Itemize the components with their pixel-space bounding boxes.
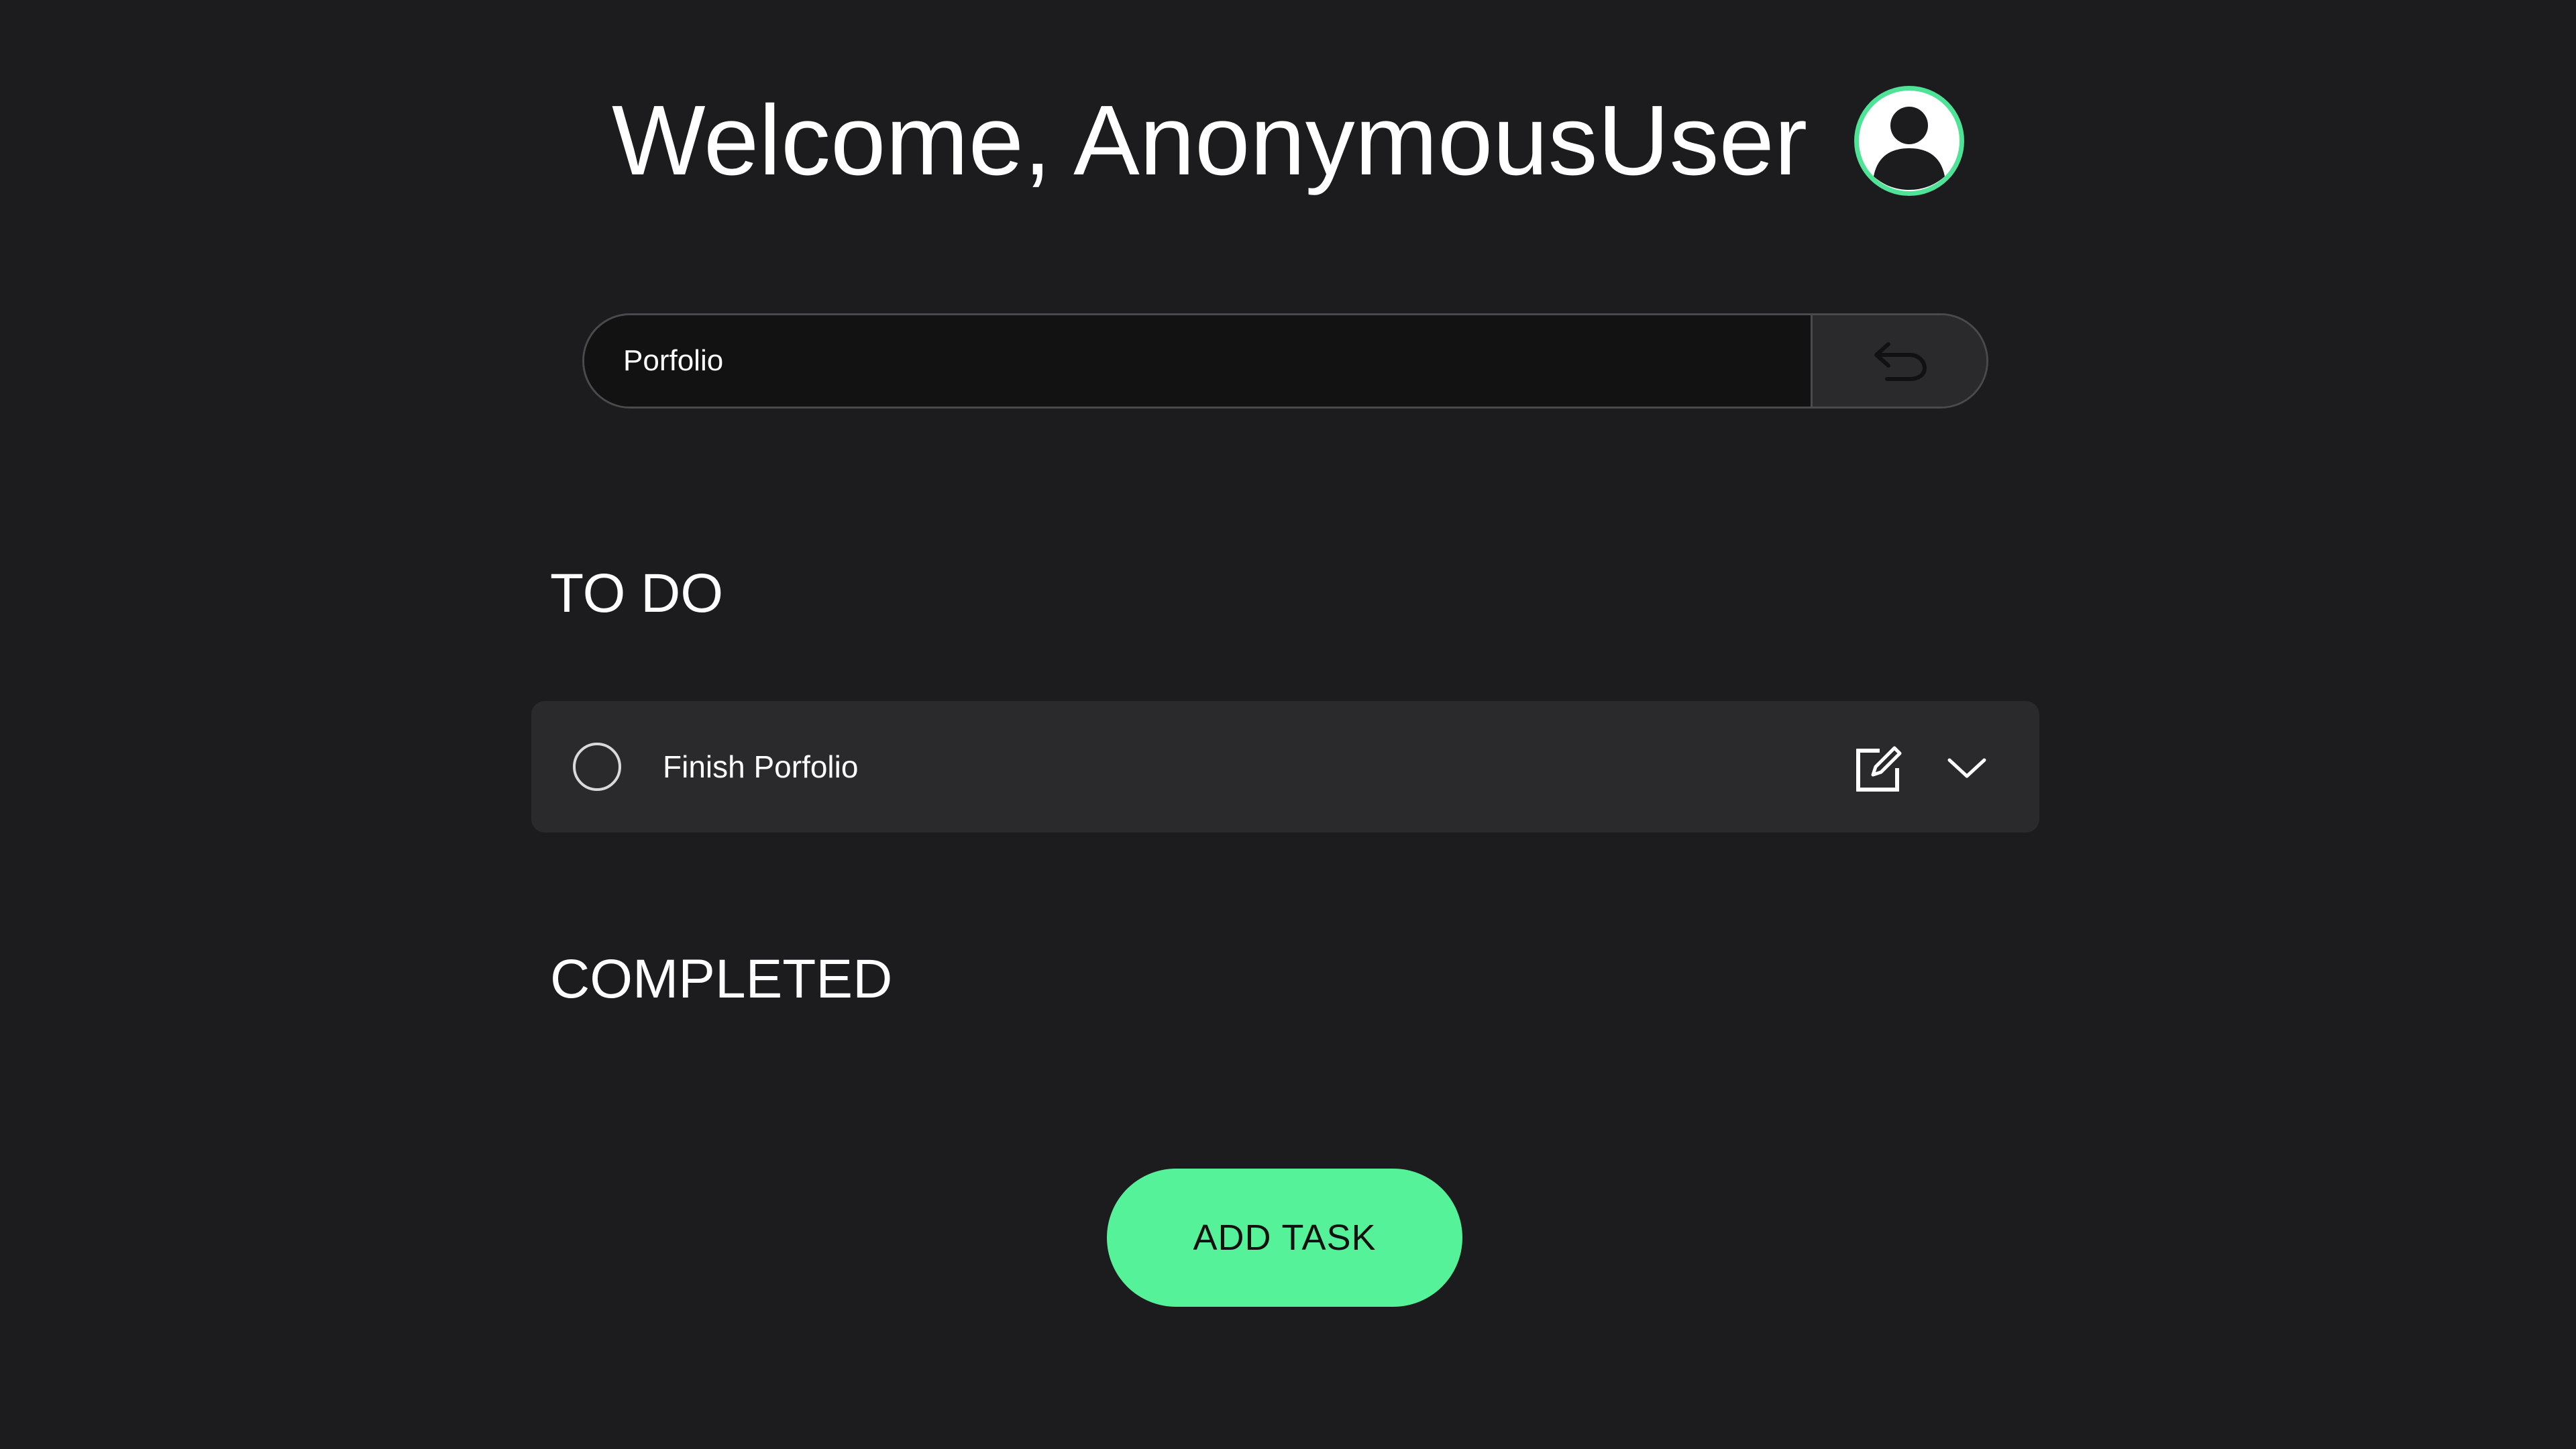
avatar-silhouette (1874, 107, 1945, 190)
task-label: Finish Porfolio (663, 749, 859, 784)
edit-icon[interactable] (1853, 743, 1904, 794)
header: Welcome, AnonymousUser (0, 80, 2576, 201)
todo-app: Welcome, AnonymousUser TO DO Finish Porf… (0, 0, 2576, 1449)
chevron-down-graphic (1947, 758, 1986, 778)
task-row[interactable]: Finish Porfolio (531, 701, 2039, 833)
welcome-heading: Welcome, AnonymousUser (611, 85, 1808, 196)
add-task-button[interactable]: ADD TASK (1107, 1169, 1462, 1307)
undo-arrow-icon (1874, 342, 1927, 381)
completed-section-title: COMPLETED (550, 949, 893, 1010)
chevron-down-icon[interactable] (1945, 753, 1988, 783)
project-search-bar (582, 313, 1988, 409)
project-search-input[interactable] (584, 315, 1811, 407)
undo-button[interactable] (1811, 315, 1986, 407)
todo-section-title: TO DO (550, 563, 724, 624)
edit-icon-graphic (1856, 746, 1902, 792)
user-avatar-icon[interactable] (1854, 86, 1965, 196)
circle-checkbox-icon[interactable] (573, 743, 621, 791)
